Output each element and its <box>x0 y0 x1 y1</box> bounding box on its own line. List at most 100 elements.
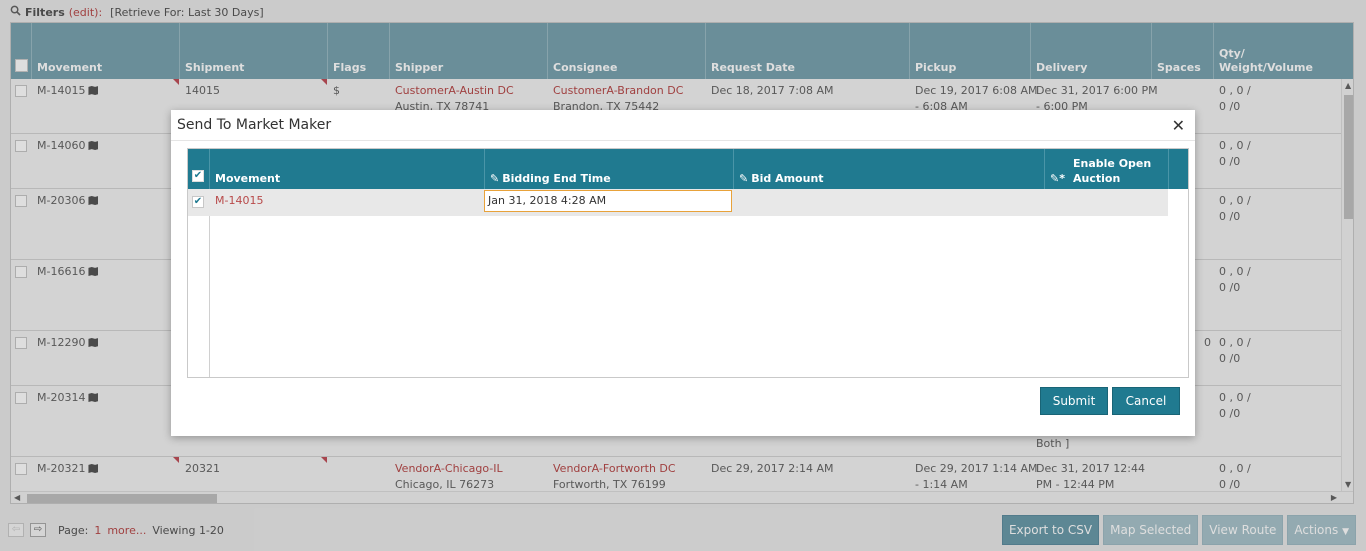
movement-link[interactable]: M-12290 <box>37 336 85 349</box>
pager: ⇦ ⇨ Page: 1 more... Viewing 1-20 <box>8 521 224 539</box>
bidding-end-time-input[interactable]: Jan 31, 2018 4:28 AM <box>484 190 732 212</box>
col-shipment[interactable]: Shipment <box>185 61 244 75</box>
flag-icon: $ <box>333 84 340 97</box>
row-checkbox[interactable] <box>15 337 27 349</box>
map-icon[interactable] <box>88 141 99 150</box>
dialog-header: Send To Market Maker ✕ <box>171 110 1195 141</box>
map-icon[interactable] <box>88 464 99 473</box>
row-checkbox[interactable] <box>15 195 27 207</box>
col-movement[interactable]: Movement <box>215 171 280 186</box>
pickup-date: Dec 29, 2017 1:14 AM <box>915 462 1038 475</box>
row-checkbox[interactable] <box>15 463 27 475</box>
request-date: Dec 29, 2017 2:14 AM <box>711 462 834 475</box>
search-icon <box>10 5 21 19</box>
actions-dropdown[interactable]: Actions ▼ <box>1287 515 1356 545</box>
action-buttons: Export to CSV Map Selected View Route Ac… <box>1001 515 1356 545</box>
map-icon[interactable] <box>88 338 99 347</box>
weight-value: 0 /0 <box>1219 281 1241 294</box>
vertical-scrollbar[interactable]: ▲ ▼ <box>1341 79 1353 491</box>
movement-link[interactable]: M-14015 <box>215 193 263 209</box>
movement-link[interactable]: M-20306 <box>37 194 85 207</box>
map-icon[interactable] <box>88 393 99 402</box>
qty-value: 0 , 0 / <box>1219 194 1251 207</box>
shipper-link[interactable]: CustomerA-Austin DC <box>395 83 514 99</box>
qty-value: 0 , 0 / <box>1219 391 1251 404</box>
pickup-date: Dec 19, 2017 6:08 AM <box>915 84 1038 97</box>
col-pickup[interactable]: Pickup <box>915 61 956 75</box>
delivery-date: Dec 31, 2017 12:44 <box>1036 462 1145 475</box>
dialog-grid-header: ✔ Movement ✎ Bidding End Time ✎ Bid Amount… <box>188 149 1188 189</box>
col-movement[interactable]: Movement <box>37 61 102 75</box>
filters-label: Filters <box>25 5 65 19</box>
scroll-down-icon[interactable]: ▼ <box>1345 480 1351 489</box>
col-flags[interactable]: Flags <box>333 61 366 75</box>
movement-link[interactable]: M-14015 <box>37 84 85 97</box>
view-route-button[interactable]: View Route <box>1202 515 1284 545</box>
movement-link[interactable]: M-20321 <box>37 462 85 475</box>
col-bidding-end-time: Bidding End Time <box>502 172 611 185</box>
send-to-market-maker-dialog: Send To Market Maker ✕ ✔ Movement ✎ Biddi… <box>171 110 1195 436</box>
shipment-link[interactable]: 20321 <box>185 461 220 477</box>
select-all-checkbox[interactable]: ✔ <box>192 170 204 182</box>
grid-header: Movement Shipment Flags Shipper Consigne… <box>11 23 1353 79</box>
row-checkbox[interactable] <box>15 85 27 97</box>
row-checkbox[interactable] <box>15 266 27 278</box>
consignee-link[interactable]: VendorA-Fortworth DC <box>553 461 676 477</box>
scroll-right-icon[interactable]: ▶ <box>1331 493 1337 502</box>
col-consignee[interactable]: Consignee <box>553 61 617 75</box>
row-checkbox[interactable] <box>15 140 27 152</box>
next-page-button[interactable]: ⇨ <box>30 523 46 537</box>
weight-value: 0 /0 <box>1219 155 1241 168</box>
vertical-scroll-thumb[interactable] <box>1344 95 1353 219</box>
shipment-link[interactable]: 14015 <box>185 83 220 99</box>
scroll-up-icon[interactable]: ▲ <box>1345 81 1351 90</box>
cancel-button[interactable]: Cancel <box>1112 387 1180 415</box>
page-label: Page: <box>58 523 89 537</box>
page-number[interactable]: 1 <box>94 524 101 537</box>
market-maker-grid: ✔ Movement ✎ Bidding End Time ✎ Bid Amount… <box>187 148 1189 378</box>
weight-value: 0 /0 <box>1219 352 1241 365</box>
close-icon[interactable]: ✕ <box>1172 116 1185 135</box>
row-checkbox[interactable] <box>15 392 27 404</box>
select-all-checkbox[interactable] <box>15 59 28 72</box>
submit-button[interactable]: Submit <box>1040 387 1108 415</box>
qty-value: 0 , 0 / <box>1219 336 1251 349</box>
retrieve-for-text: [Retrieve For: Last 30 Days] <box>110 5 264 19</box>
consignee-link[interactable]: CustomerA-Brandon DC <box>553 83 683 99</box>
delivery-extra-link[interactable]: Both ] <box>1036 436 1069 452</box>
col-qty[interactable]: Qty/ <box>1219 47 1245 61</box>
horizontal-scrollbar[interactable]: ◀ ▶ <box>11 491 1353 503</box>
movement-link[interactable]: M-16616 <box>37 265 85 278</box>
filters-edit-link[interactable]: (edit): <box>69 6 102 19</box>
more-pages-link[interactable]: more... <box>107 524 146 537</box>
caret-down-icon: ▼ <box>1342 527 1349 537</box>
weight-value: 0 /0 <box>1219 100 1241 113</box>
export-csv-button[interactable]: Export to CSV <box>1001 515 1100 545</box>
map-icon[interactable] <box>88 86 99 95</box>
map-icon[interactable] <box>88 267 99 276</box>
movement-link[interactable]: M-20314 <box>37 391 85 404</box>
col-auction: Auction <box>1073 172 1121 185</box>
map-icon[interactable] <box>88 196 99 205</box>
movement-link[interactable]: M-14060 <box>37 139 85 152</box>
pencil-required-icon: ✎* <box>1050 172 1065 185</box>
col-delivery[interactable]: Delivery <box>1036 61 1087 75</box>
weight-value: 0 /0 <box>1219 210 1241 223</box>
horizontal-scroll-thumb[interactable] <box>27 494 217 503</box>
qty-value: 0 , 0 / <box>1219 84 1251 97</box>
delivery-date: Dec 31, 2017 6:00 PM <box>1036 84 1158 97</box>
scroll-left-icon[interactable]: ◀ <box>14 493 20 502</box>
col-spaces[interactable]: Spaces <box>1157 61 1201 75</box>
prev-page-button[interactable]: ⇦ <box>8 523 24 537</box>
map-selected-button[interactable]: Map Selected <box>1103 515 1199 545</box>
actions-label: Actions <box>1294 523 1339 537</box>
col-shipper[interactable]: Shipper <box>395 61 443 75</box>
weight-value: 0 /0 <box>1219 407 1241 420</box>
shipper-link[interactable]: VendorA-Chicago-IL <box>395 461 503 477</box>
col-bid-amount: Bid Amount <box>751 172 824 185</box>
col-request-date[interactable]: Request Date <box>711 61 795 75</box>
row-checkbox[interactable]: ✔ <box>192 196 204 208</box>
col-weight-volume[interactable]: Weight/Volume <box>1219 61 1313 75</box>
dialog-title: Send To Market Maker <box>177 117 332 133</box>
table-row[interactable]: ✔ M-14015 Jan 31, 2018 4:28 AM <box>188 189 1168 216</box>
